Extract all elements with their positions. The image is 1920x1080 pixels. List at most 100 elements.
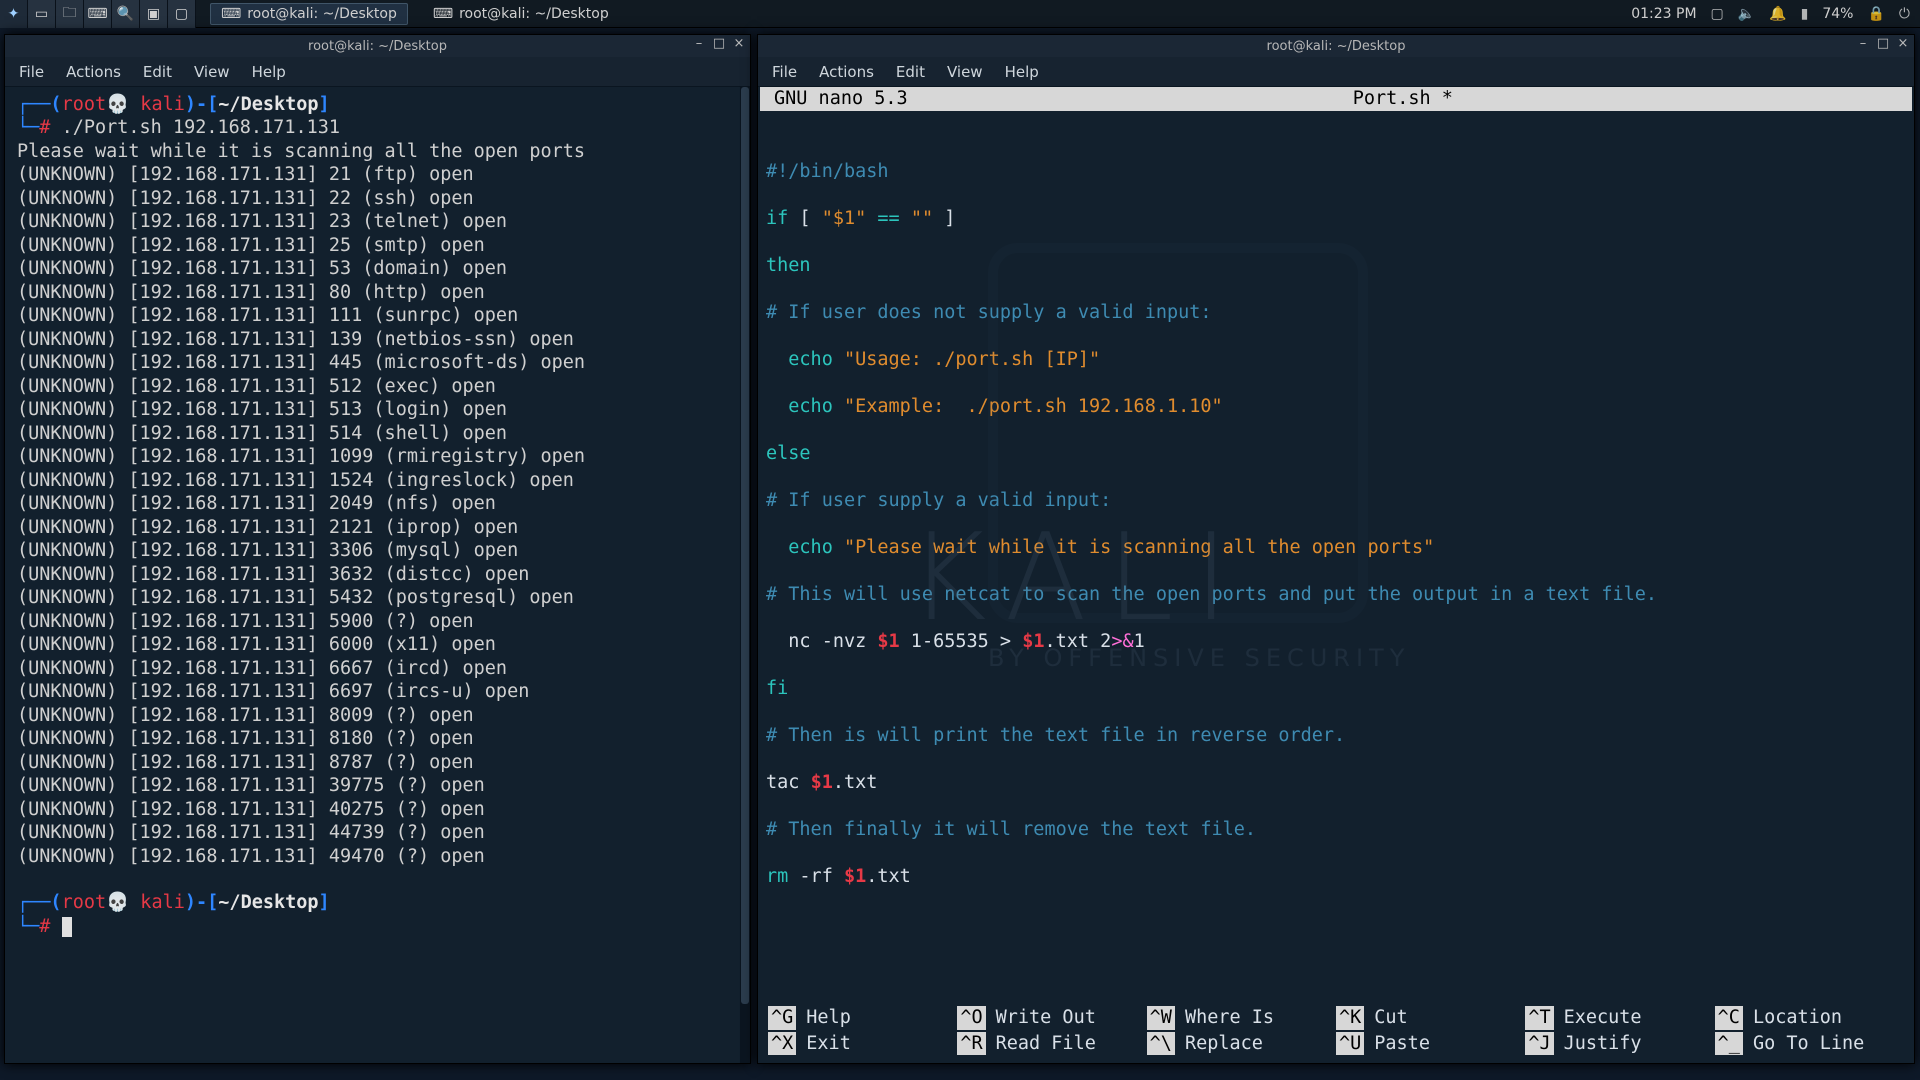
scan-line: (UNKNOWN) [192.168.171.131] 514 (shell) … [17, 422, 744, 445]
kali-menu-icon[interactable]: ✦ [0, 0, 28, 28]
file-manager-icon[interactable]: 🗀 [56, 0, 84, 28]
scan-line: (UNKNOWN) [192.168.171.131] 1524 (ingres… [17, 469, 744, 492]
scan-line: (UNKNOWN) [192.168.171.131] 2121 (iprop)… [17, 516, 744, 539]
scrollbar[interactable] [740, 87, 750, 1063]
shortcut-label: Where Is [1185, 1006, 1274, 1029]
menu-edit[interactable]: Edit [896, 63, 925, 81]
taskbar-item[interactable]: ⌨ root@kali: ~/Desktop [422, 3, 620, 25]
task-label: root@kali: ~/Desktop [247, 6, 397, 22]
shortcut-label: Execute [1564, 1006, 1642, 1029]
workspace2-icon[interactable]: ▢ [168, 0, 196, 28]
menu-file[interactable]: File [772, 63, 797, 81]
nano-editor[interactable]: GNU nano 5.3 Port.sh * KALI BY OFFENSIVE… [758, 87, 1914, 1063]
shortcut-key: ^K [1336, 1006, 1364, 1029]
scan-line: (UNKNOWN) [192.168.171.131] 6697 (ircs-u… [17, 680, 744, 703]
menu-actions[interactable]: Actions [819, 63, 874, 81]
prompt-line[interactable]: └─# [17, 915, 744, 938]
shortcut-key: ^J [1525, 1032, 1553, 1055]
window-title: root@kali: ~/Desktop [308, 39, 447, 54]
shortcut-key: ^R [957, 1032, 985, 1055]
menu-actions[interactable]: Actions [66, 63, 121, 81]
nano-shortcut[interactable]: ^X Exit [768, 1032, 957, 1055]
nano-shortcut[interactable]: ^C Location [1715, 1006, 1904, 1029]
nano-shortcut[interactable]: ^TExecute [1525, 1006, 1714, 1029]
scan-line: (UNKNOWN) [192.168.171.131] 111 (sunrpc)… [17, 304, 744, 327]
maximize-button[interactable]: □ [712, 38, 726, 52]
display-icon[interactable]: ▢ [1711, 6, 1724, 22]
menu-help[interactable]: Help [252, 63, 286, 81]
shortcut-label: Location [1753, 1006, 1842, 1029]
scan-line: (UNKNOWN) [192.168.171.131] 3306 (mysql)… [17, 539, 744, 562]
battery-pct: 74% [1822, 6, 1853, 22]
shortcut-key: ^G [768, 1006, 796, 1029]
system-tray: 01:23 PM ▢ 🔈 🔔 ▮ 74% 🔒 ⏻ [1631, 6, 1920, 22]
nano-shortcut[interactable]: ^GHelp [768, 1006, 957, 1029]
menu-edit[interactable]: Edit [143, 63, 172, 81]
nano-buffer[interactable]: KALI BY OFFENSIVE SECURITY #!/bin/bash i… [758, 113, 1914, 935]
nano-shortcut[interactable]: ^R Read File [957, 1032, 1146, 1055]
terminal-small-icon: ⌨ [221, 6, 241, 22]
scan-line: (UNKNOWN) [192.168.171.131] 5432 (postgr… [17, 586, 744, 609]
menu-view[interactable]: View [947, 63, 983, 81]
launcher-tray: ✦ ▭ 🗀 ⌨ 🔍 ▣ ▢ [0, 0, 196, 27]
shortcut-label: Paste [1374, 1032, 1430, 1055]
scan-line: (UNKNOWN) [192.168.171.131] 5900 (?) ope… [17, 610, 744, 633]
close-button[interactable]: × [732, 38, 746, 52]
terminal-icon[interactable]: ⌨ [84, 0, 112, 28]
nano-header: GNU nano 5.3 Port.sh * [760, 87, 1912, 111]
menu-help[interactable]: Help [1005, 63, 1039, 81]
shortcut-label: Replace [1185, 1032, 1263, 1055]
terminal-output[interactable]: ┌──(root💀 kali)-[~/Desktop] └─# ./Port.s… [5, 87, 750, 1063]
shortcut-key: ^X [768, 1032, 796, 1055]
minimize-button[interactable]: – [692, 38, 706, 52]
terminal-window-left: root@kali: ~/Desktop – □ × File Actions … [4, 34, 751, 1064]
close-button[interactable]: × [1896, 38, 1910, 52]
menu-view[interactable]: View [194, 63, 230, 81]
menu-file[interactable]: File [19, 63, 44, 81]
shortcut-label: Read File [996, 1032, 1096, 1055]
scan-line: (UNKNOWN) [192.168.171.131] 2049 (nfs) o… [17, 492, 744, 515]
menubar: File Actions Edit View Help [758, 57, 1914, 87]
notify-icon[interactable]: 🔔 [1769, 6, 1786, 22]
titlebar[interactable]: root@kali: ~/Desktop – □ × [5, 35, 750, 57]
search-icon[interactable]: 🔍 [112, 0, 140, 28]
shortcut-key: ^O [957, 1006, 985, 1029]
scan-line: (UNKNOWN) [192.168.171.131] 23 (telnet) … [17, 210, 744, 233]
nano-shortcut[interactable]: ^OWrite Out [957, 1006, 1146, 1029]
titlebar[interactable]: root@kali: ~/Desktop – □ × [758, 35, 1914, 57]
nano-shortcut[interactable]: ^WWhere Is [1147, 1006, 1336, 1029]
scan-line: (UNKNOWN) [192.168.171.131] 80 (http) op… [17, 281, 744, 304]
nano-shortcut[interactable]: ^\ Replace [1147, 1032, 1336, 1055]
terminal-small-icon: ⌨ [433, 6, 453, 22]
shortcut-label: Justify [1564, 1032, 1642, 1055]
nano-shortcut[interactable]: ^J Justify [1525, 1032, 1714, 1055]
nano-shortcut[interactable]: ^_Go To Line [1715, 1032, 1904, 1055]
prompt-line: └─# ./Port.sh 192.168.171.131 [17, 116, 744, 139]
taskbar-item[interactable]: ⌨ root@kali: ~/Desktop [210, 3, 408, 25]
workspace-icon[interactable]: ▣ [140, 0, 168, 28]
menubar: File Actions Edit View Help [5, 57, 750, 87]
show-desktop-icon[interactable]: ▭ [28, 0, 56, 28]
shortcut-key: ^C [1715, 1006, 1743, 1029]
scan-line: (UNKNOWN) [192.168.171.131] 49470 (?) op… [17, 845, 744, 868]
scan-output: (UNKNOWN) [192.168.171.131] 21 (ftp) ope… [17, 163, 744, 868]
nano-shortcut[interactable]: ^UPaste [1336, 1032, 1525, 1055]
shortcut-key: ^\ [1147, 1032, 1175, 1055]
battery-icon[interactable]: ▮ [1801, 6, 1809, 22]
terminal-window-right: root@kali: ~/Desktop – □ × File Actions … [757, 34, 1915, 1064]
maximize-button[interactable]: □ [1876, 38, 1890, 52]
shortcut-label: Go To Line [1753, 1032, 1864, 1055]
scan-line: (UNKNOWN) [192.168.171.131] 6667 (ircd) … [17, 657, 744, 680]
scan-line: (UNKNOWN) [192.168.171.131] 8787 (?) ope… [17, 751, 744, 774]
shortcut-label: Exit [806, 1032, 851, 1055]
clock[interactable]: 01:23 PM [1631, 6, 1696, 22]
scan-line: (UNKNOWN) [192.168.171.131] 53 (domain) … [17, 257, 744, 280]
cursor [62, 917, 72, 937]
minimize-button[interactable]: – [1856, 38, 1870, 52]
power-icon[interactable]: ⏻ [1899, 6, 1910, 22]
nano-shortcut[interactable]: ^KCut [1336, 1006, 1525, 1029]
volume-icon[interactable]: 🔈 [1738, 6, 1755, 22]
scan-line: (UNKNOWN) [192.168.171.131] 39775 (?) op… [17, 774, 744, 797]
scan-line: (UNKNOWN) [192.168.171.131] 21 (ftp) ope… [17, 163, 744, 186]
lock-icon[interactable]: 🔒 [1867, 6, 1884, 22]
